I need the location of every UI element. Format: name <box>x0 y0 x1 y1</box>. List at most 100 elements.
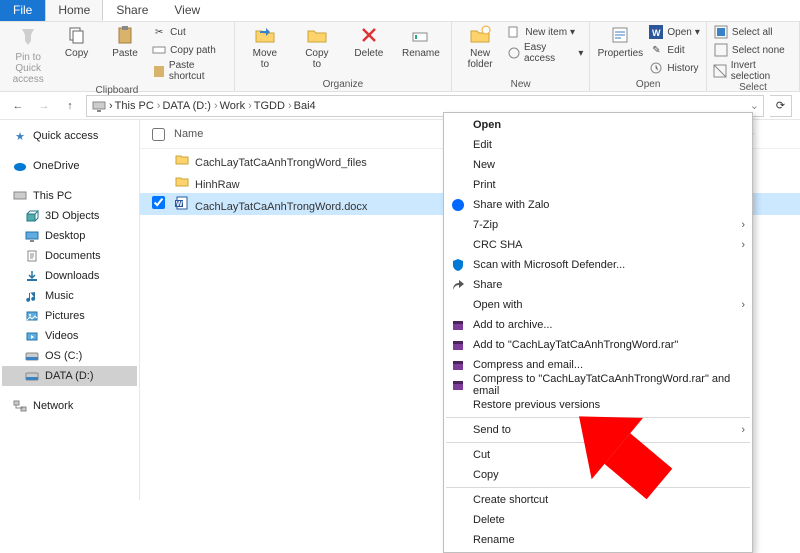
chevron-down-icon[interactable]: ⌄ <box>750 99 759 112</box>
paste-button[interactable]: Paste <box>103 24 147 59</box>
sidebar-desktop[interactable]: Desktop <box>2 226 137 246</box>
group-select-label: Select <box>713 82 793 94</box>
winrar-icon <box>449 336 467 354</box>
copy-path-button[interactable]: Copy path <box>151 42 228 58</box>
cm-defender[interactable]: Scan with Microsoft Defender... <box>445 255 751 275</box>
forward-button[interactable]: → <box>34 96 54 116</box>
sidebar-quick-access[interactable]: ★Quick access <box>2 126 137 146</box>
folder-icon <box>24 328 40 344</box>
easy-access-button[interactable]: Easy access ▾ <box>506 42 583 64</box>
folder-icon <box>24 348 40 364</box>
invert-icon <box>713 63 728 79</box>
properties-button[interactable]: Properties <box>596 24 644 59</box>
up-button[interactable]: ↑ <box>60 96 80 116</box>
cm-compress-to-email[interactable]: Compress to "CachLayTatCaAnhTrongWord.ra… <box>445 375 751 395</box>
sidebar-documents[interactable]: Documents <box>2 246 137 266</box>
folder-icon <box>24 228 40 244</box>
edit-button[interactable]: ✎Edit <box>648 42 700 58</box>
new-folder-button[interactable]: New folder <box>458 24 502 70</box>
tab-home[interactable]: Home <box>45 0 103 21</box>
cm-cut[interactable]: Cut <box>445 445 751 465</box>
chevron-right-icon: › <box>741 239 745 251</box>
cm-new[interactable]: New <box>445 155 751 175</box>
chevron-right-icon: › <box>741 219 745 231</box>
cm-print[interactable]: Print <box>445 175 751 195</box>
select-all-checkbox[interactable] <box>152 128 165 141</box>
sidebar-downloads[interactable]: Downloads <box>2 266 137 286</box>
cm-copy[interactable]: Copy <box>445 465 751 485</box>
onedrive-icon <box>12 158 28 174</box>
share-icon <box>449 276 467 294</box>
folder-icon <box>174 173 190 189</box>
cm-delete[interactable]: Delete <box>445 510 751 530</box>
sidebar-music[interactable]: Music <box>2 286 137 306</box>
pc-icon <box>12 188 28 204</box>
folder-icon <box>24 288 40 304</box>
sidebar-this-pc[interactable]: This PC <box>2 186 137 206</box>
cm-crcsha[interactable]: CRC SHA› <box>445 235 751 255</box>
paste-shortcut-icon <box>151 63 166 79</box>
sidebar-data-d-[interactable]: DATA (D:) <box>2 366 137 386</box>
folder-icon <box>24 268 40 284</box>
copy-button[interactable]: Copy <box>54 24 98 59</box>
zalo-icon <box>449 196 467 214</box>
row-checkbox[interactable] <box>152 196 165 209</box>
sidebar-3d-objects[interactable]: 3D Objects <box>2 206 137 226</box>
cm-add-archive[interactable]: Add to archive... <box>445 315 751 335</box>
move-to-button[interactable]: Move to <box>241 24 289 70</box>
sidebar-onedrive[interactable]: OneDrive <box>2 156 137 176</box>
folder-icon <box>24 208 40 224</box>
cm-restore[interactable]: Restore previous versions <box>445 395 751 415</box>
copy-to-button[interactable]: Copy to <box>293 24 341 70</box>
cm-add-to-rar[interactable]: Add to "CachLayTatCaAnhTrongWord.rar" <box>445 335 751 355</box>
new-item-button[interactable]: New item ▾ <box>506 24 583 40</box>
tab-share[interactable]: Share <box>103 0 161 21</box>
refresh-button[interactable]: ⟳ <box>770 95 792 117</box>
select-all-button[interactable]: Select all <box>713 24 793 40</box>
sidebar-videos[interactable]: Videos <box>2 326 137 346</box>
word-icon: W <box>648 24 664 40</box>
cut-button[interactable]: ✂Cut <box>151 24 228 40</box>
history-icon <box>648 60 664 76</box>
cm-send-to[interactable]: Send to› <box>445 420 751 440</box>
select-none-button[interactable]: Select none <box>713 42 793 58</box>
sidebar-network[interactable]: Network <box>2 396 137 416</box>
group-open-label: Open <box>596 79 700 91</box>
cm-rename[interactable]: Rename <box>445 530 751 550</box>
context-menu: Open Edit New Print Share with Zalo 7-Zi… <box>443 112 753 553</box>
rename-icon <box>410 24 432 46</box>
edit-icon: ✎ <box>648 42 664 58</box>
cm-edit[interactable]: Edit <box>445 135 751 155</box>
folder-icon <box>24 368 40 384</box>
copy-icon <box>66 24 88 46</box>
tab-file[interactable]: File <box>0 0 45 21</box>
svg-text:W: W <box>176 201 183 208</box>
cm-create-shortcut[interactable]: Create shortcut <box>445 490 751 510</box>
winrar-icon <box>449 376 467 394</box>
history-button[interactable]: History <box>648 60 700 76</box>
sidebar-os-c-[interactable]: OS (C:) <box>2 346 137 366</box>
open-button[interactable]: WOpen ▾ <box>648 24 700 40</box>
paste-shortcut-button[interactable]: Paste shortcut <box>151 60 228 82</box>
delete-button[interactable]: Delete <box>345 24 393 59</box>
back-button[interactable]: ← <box>8 96 28 116</box>
cm-share[interactable]: Share <box>445 275 751 295</box>
cm-open[interactable]: Open <box>445 115 751 135</box>
cm-open-with[interactable]: Open with› <box>445 295 751 315</box>
cm-compress-email[interactable]: Compress and email... <box>445 355 751 375</box>
rename-button[interactable]: Rename <box>397 24 445 59</box>
chevron-right-icon: › <box>741 424 745 436</box>
pin-quick-access-button[interactable]: Pin to Quick access <box>6 24 50 85</box>
copy-path-icon <box>151 42 167 58</box>
shield-icon <box>449 256 467 274</box>
copy-to-icon <box>306 24 328 46</box>
cm-7zip[interactable]: 7-Zip› <box>445 215 751 235</box>
folder-icon <box>24 308 40 324</box>
invert-selection-button[interactable]: Invert selection <box>713 60 793 82</box>
cm-share-zalo[interactable]: Share with Zalo <box>445 195 751 215</box>
tab-view[interactable]: View <box>161 0 213 21</box>
new-item-icon <box>506 24 522 40</box>
pin-icon <box>15 24 41 50</box>
sidebar-pictures[interactable]: Pictures <box>2 306 137 326</box>
star-icon: ★ <box>12 128 28 144</box>
